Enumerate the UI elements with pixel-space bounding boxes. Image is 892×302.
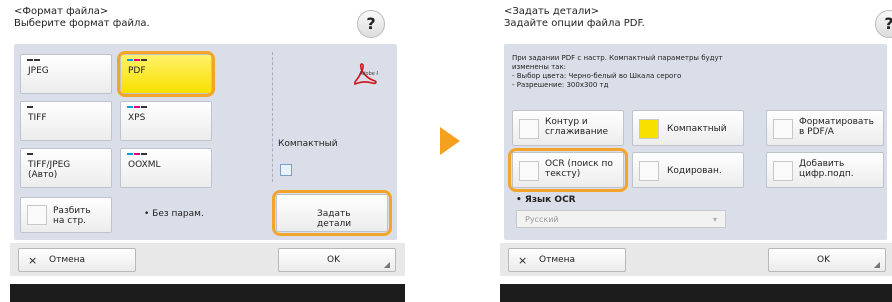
format-tiff-label: TIFF bbox=[28, 113, 47, 123]
pdfa-label: Форматировать в PDF/A bbox=[799, 117, 874, 137]
format-jpeg-label: JPEG bbox=[28, 66, 49, 76]
ocr-language-select[interactable]: Русский ▾ bbox=[516, 210, 726, 228]
signature-icon bbox=[773, 161, 793, 181]
panel-title: <Формат файла> Выберите формат файла. bbox=[14, 6, 150, 30]
format-ooxml-label: OOXML bbox=[128, 160, 161, 170]
info-line: изменены так: bbox=[512, 63, 567, 71]
info-line: - Разрешение: 300x300 тд bbox=[512, 81, 609, 89]
split-pages-icon bbox=[27, 205, 47, 225]
help-button[interactable]: ? bbox=[357, 10, 385, 38]
format-tiff-button[interactable]: TIFF bbox=[20, 101, 112, 141]
compact-icon bbox=[639, 119, 659, 139]
color-bars-icon bbox=[127, 153, 148, 155]
pdfa-icon bbox=[773, 119, 793, 139]
details-area: При задании PDF с настр. Компактный пара… bbox=[504, 44, 887, 240]
outline-smoothing-label: Контур и сглаживание bbox=[545, 117, 608, 137]
pdfa-button[interactable]: Форматировать в PDF/A bbox=[766, 110, 884, 146]
ok-label: OK bbox=[817, 255, 830, 265]
file-format-panel: <Формат файла> Выберите формат файла. ? … bbox=[10, 0, 405, 302]
format-xps-label: XPS bbox=[128, 113, 146, 123]
corner-icon: ◢ bbox=[383, 260, 390, 269]
cancel-label: Отмена bbox=[49, 255, 86, 265]
title-line-1: <Формат файла> bbox=[14, 6, 109, 17]
split-pages-label: Разбить на стр. bbox=[53, 206, 91, 226]
divider bbox=[272, 52, 274, 182]
status-strip bbox=[10, 284, 405, 302]
close-icon: × bbox=[518, 254, 528, 267]
pdf-details-panel: <Задать детали> Задайте опции файла PDF.… bbox=[500, 0, 892, 302]
cancel-button[interactable]: × Отмена bbox=[508, 248, 626, 272]
compact-icon bbox=[280, 164, 292, 176]
ok-button[interactable]: OK ◢ bbox=[278, 248, 396, 272]
format-jpeg-button[interactable]: JPEG bbox=[20, 54, 112, 94]
details-highlight bbox=[272, 190, 392, 236]
title-line-1: <Задать детали> bbox=[504, 6, 600, 17]
title-line-2: Выберите формат файла. bbox=[14, 18, 150, 29]
next-step-arrow-icon bbox=[440, 127, 460, 155]
color-bars-icon bbox=[27, 153, 34, 155]
info-line: - Выбор цвета: Черно-белый во Шкала серо… bbox=[512, 72, 682, 80]
encrypt-icon bbox=[639, 161, 659, 181]
format-xps-button[interactable]: XPS bbox=[120, 101, 212, 141]
status-strip bbox=[500, 284, 892, 302]
outline-icon bbox=[519, 119, 539, 139]
info-text: При задании PDF с настр. Компактный пара… bbox=[512, 54, 723, 90]
ocr-language-value: Русский bbox=[525, 215, 559, 224]
digital-signature-button[interactable]: Добавить цифр.подп. bbox=[766, 152, 884, 188]
format-tiff-jpeg-button[interactable]: TIFF/JPEG (Авто) bbox=[20, 148, 112, 188]
ocr-language-label: • Язык OCR bbox=[516, 195, 576, 205]
ocr-highlight bbox=[508, 148, 628, 192]
split-pages-button[interactable]: Разбить на стр. bbox=[20, 197, 112, 233]
digital-signature-label: Добавить цифр.подп. bbox=[799, 159, 854, 179]
chevron-down-icon: ▾ bbox=[712, 215, 717, 224]
format-area: JPEG PDF TIFF XPS TIFF/JPEG (Авто) OOXML bbox=[14, 44, 397, 240]
ok-button[interactable]: OK ◢ bbox=[768, 248, 886, 272]
no-params-label: • Без парам. bbox=[144, 209, 204, 219]
cancel-label: Отмена bbox=[539, 255, 576, 265]
encrypt-button[interactable]: Кодирован. bbox=[632, 152, 744, 188]
svg-text:Adobe PDF: Adobe PDF bbox=[359, 71, 378, 77]
adobe-pdf-icon: Adobe PDF bbox=[354, 63, 378, 86]
ok-label: OK bbox=[327, 255, 340, 265]
panel-title: <Задать детали> Задайте опции файла PDF. bbox=[504, 6, 645, 30]
outline-smoothing-button[interactable]: Контур и сглаживание bbox=[512, 110, 624, 146]
close-icon: × bbox=[28, 254, 38, 267]
format-tiff-jpeg-label: TIFF/JPEG (Авто) bbox=[28, 160, 71, 180]
help-button[interactable]: ? bbox=[875, 10, 892, 38]
pdf-highlight bbox=[117, 51, 215, 97]
format-ooxml-button[interactable]: OOXML bbox=[120, 148, 212, 188]
compact-label: Компактный bbox=[667, 124, 727, 134]
compact-button[interactable]: Компактный bbox=[632, 110, 744, 146]
color-bars-icon bbox=[27, 59, 41, 61]
encrypt-label: Кодирован. bbox=[667, 166, 722, 176]
title-line-2: Задайте опции файла PDF. bbox=[504, 18, 645, 29]
corner-icon: ◢ bbox=[873, 260, 880, 269]
color-bars-icon bbox=[27, 106, 34, 108]
compact-label: Компактный bbox=[278, 139, 338, 149]
cancel-button[interactable]: × Отмена bbox=[18, 248, 136, 272]
info-line: При задании PDF с настр. Компактный пара… bbox=[512, 54, 723, 62]
color-bars-icon bbox=[127, 106, 148, 108]
